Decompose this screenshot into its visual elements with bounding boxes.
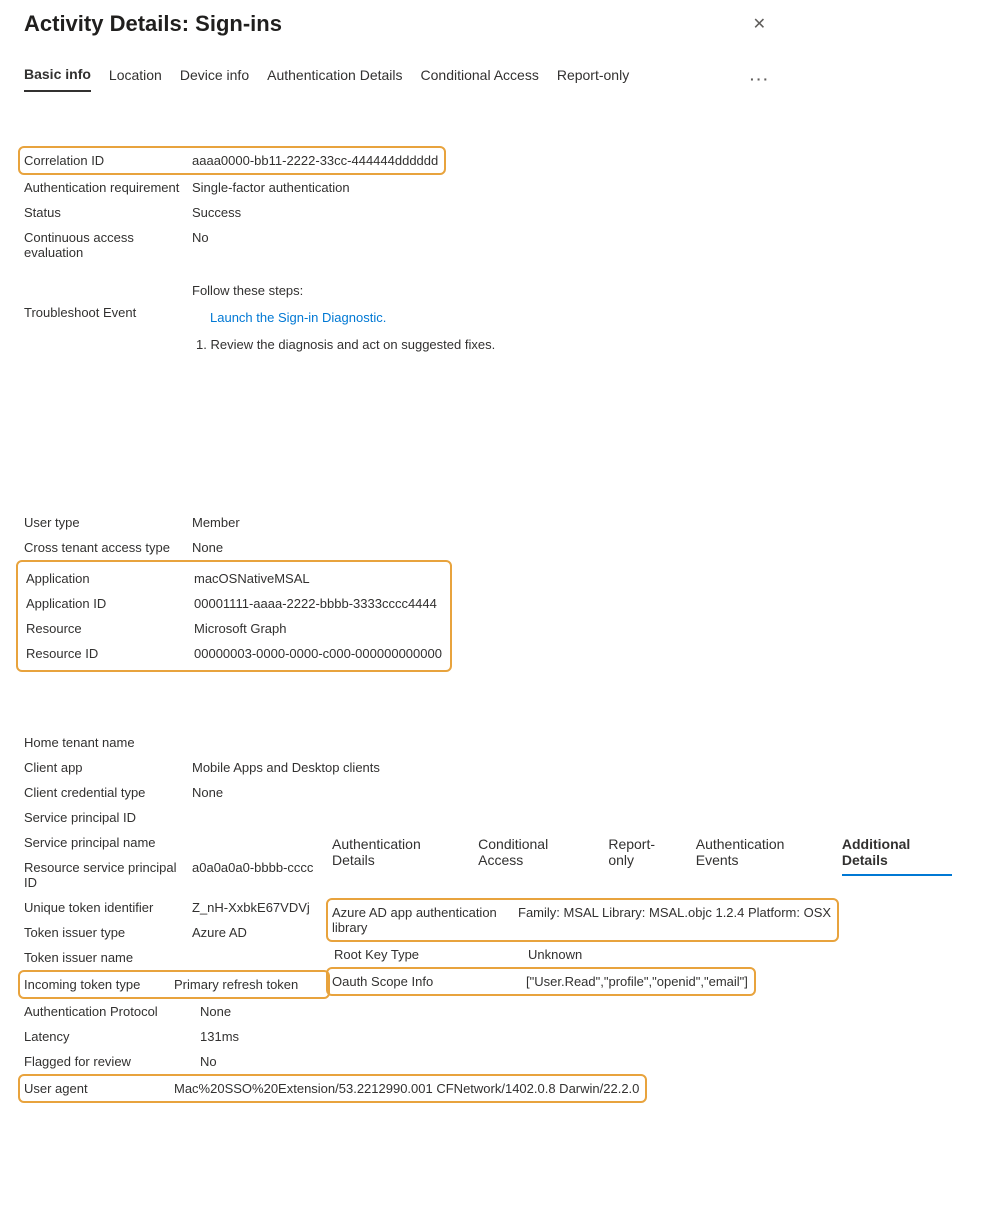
value-user-type: Member: [192, 515, 240, 530]
row-correlation-id: Correlation ID aaaa0000-bb11-2222-33cc-4…: [18, 146, 446, 175]
tab-report-only[interactable]: Report-only: [557, 67, 629, 91]
label-token-issuer-type: Token issuer type: [24, 925, 192, 940]
label-token-issuer-name: Token issuer name: [24, 950, 192, 965]
primary-tabs: Basic info Location Device info Authenti…: [0, 42, 994, 92]
value-cae: No: [192, 230, 209, 245]
value-auth-requirement: Single-factor authentication: [192, 180, 350, 195]
label-client-cred-type: Client credential type: [24, 785, 192, 800]
label-application-id: Application ID: [26, 596, 194, 611]
row-application: Application macOSNativeMSAL: [24, 566, 444, 591]
value-oauth-scope: ["User.Read","profile","openid","email"]: [526, 974, 748, 989]
close-icon[interactable]: ✕: [749, 10, 770, 38]
value-status: Success: [192, 205, 241, 220]
row-user-agent: User agent Mac%20SSO%20Extension/53.2212…: [18, 1074, 647, 1103]
label-home-tenant: Home tenant name: [24, 735, 192, 750]
row-status: Status Success: [24, 200, 970, 225]
row-oauth-scope: Oauth Scope Info ["User.Read","profile",…: [326, 967, 756, 996]
row-auth-library: Azure AD app authentication library Fami…: [326, 898, 839, 942]
value-cross-tenant: None: [192, 540, 223, 555]
additional-details-panel: Authentication Details Conditional Acces…: [332, 836, 952, 996]
sec-tab-conditional-access[interactable]: Conditional Access: [478, 836, 588, 876]
label-unique-token-id: Unique token identifier: [24, 900, 192, 915]
value-token-issuer-type: Azure AD: [192, 925, 247, 940]
tab-location[interactable]: Location: [109, 67, 162, 91]
row-client-app: Client app Mobile Apps and Desktop clien…: [24, 755, 970, 780]
label-resource: Resource: [26, 621, 194, 636]
value-user-agent: Mac%20SSO%20Extension/53.2212990.001 CFN…: [174, 1081, 639, 1096]
row-resource-id: Resource ID 00000003-0000-0000-c000-0000…: [24, 641, 444, 666]
value-client-app: Mobile Apps and Desktop clients: [192, 760, 380, 775]
value-resource: Microsoft Graph: [194, 621, 286, 636]
label-troubleshoot: Troubleshoot Event: [24, 283, 192, 352]
sec-tab-auth-events[interactable]: Authentication Events: [696, 836, 822, 876]
row-user-type: User type Member: [24, 510, 970, 535]
value-auth-protocol: None: [200, 1004, 231, 1019]
value-correlation-id: aaaa0000-bb11-2222-33cc-444444dddddd: [192, 153, 438, 168]
page-title: Activity Details: Sign-ins: [24, 11, 282, 37]
tab-auth-details[interactable]: Authentication Details: [267, 67, 402, 91]
value-resource-sp-id: a0a0a0a0-bbbb-cccc: [192, 860, 313, 875]
value-auth-library: Family: MSAL Library: MSAL.objc 1.2.4 Pl…: [518, 905, 831, 920]
value-client-cred-type: None: [192, 785, 223, 800]
row-root-key-type: Root Key Type Unknown: [332, 942, 952, 967]
label-oauth-scope: Oauth Scope Info: [332, 974, 526, 989]
sec-tab-report-only[interactable]: Report-only: [608, 836, 675, 876]
sec-tab-additional-details[interactable]: Additional Details: [842, 836, 952, 876]
label-user-type: User type: [24, 515, 192, 530]
label-auth-protocol: Authentication Protocol: [24, 1004, 200, 1019]
value-flagged-for-review: No: [200, 1054, 217, 1069]
value-latency: 131ms: [200, 1029, 239, 1044]
row-cross-tenant: Cross tenant access type None: [24, 535, 970, 560]
value-resource-id: 00000003-0000-0000-c000-000000000000: [194, 646, 442, 661]
value-incoming-token-type: Primary refresh token: [174, 977, 298, 992]
value-application-id: 00001111-aaaa-2222-bbbb-3333cccc4444: [194, 596, 437, 611]
label-correlation-id: Correlation ID: [24, 153, 192, 168]
label-flagged-for-review: Flagged for review: [24, 1054, 200, 1069]
value-unique-token-id: Z_nH-XxbkE67VDVj: [192, 900, 310, 915]
launch-signin-diagnostic-link[interactable]: Launch the Sign-in Diagnostic.: [210, 310, 495, 325]
row-client-cred-type: Client credential type None: [24, 780, 970, 805]
tab-basic-info[interactable]: Basic info: [24, 66, 91, 92]
row-resource: Resource Microsoft Graph: [24, 616, 444, 641]
more-icon[interactable]: ···: [750, 71, 770, 87]
troubleshoot-intro: Follow these steps:: [192, 283, 495, 298]
label-cae: Continuous access evaluation: [24, 230, 192, 260]
label-status: Status: [24, 205, 192, 220]
label-cross-tenant: Cross tenant access type: [24, 540, 192, 555]
row-auth-requirement: Authentication requirement Single-factor…: [24, 175, 970, 200]
sec-tab-auth-details[interactable]: Authentication Details: [332, 836, 458, 876]
row-latency: Latency 131ms: [24, 1024, 970, 1049]
label-application: Application: [26, 571, 194, 586]
label-resource-id: Resource ID: [26, 646, 194, 661]
row-home-tenant: Home tenant name: [24, 730, 970, 755]
label-client-app: Client app: [24, 760, 192, 775]
row-flagged-for-review: Flagged for review No: [24, 1049, 970, 1074]
label-auth-library: Azure AD app authentication library: [332, 905, 518, 935]
row-auth-protocol: Authentication Protocol None: [24, 999, 970, 1024]
label-resource-sp-id: Resource service principal ID: [24, 860, 192, 890]
row-application-id: Application ID 00001111-aaaa-2222-bbbb-3…: [24, 591, 444, 616]
value-root-key-type: Unknown: [528, 947, 582, 962]
label-root-key-type: Root Key Type: [334, 947, 528, 962]
troubleshoot-step-1: 1. Review the diagnosis and act on sugge…: [196, 337, 495, 352]
tab-conditional-access[interactable]: Conditional Access: [421, 67, 539, 91]
row-sp-id: Service principal ID: [24, 805, 970, 830]
label-sp-name: Service principal name: [24, 835, 192, 850]
row-cae: Continuous access evaluation No: [24, 225, 970, 265]
row-incoming-token-type: Incoming token type Primary refresh toke…: [18, 970, 330, 999]
secondary-tabs: Authentication Details Conditional Acces…: [332, 836, 952, 884]
label-latency: Latency: [24, 1029, 200, 1044]
troubleshoot-block: Troubleshoot Event Follow these steps: L…: [0, 265, 994, 352]
label-user-agent: User agent: [24, 1081, 174, 1096]
label-sp-id: Service principal ID: [24, 810, 192, 825]
label-incoming-token-type: Incoming token type: [24, 977, 174, 992]
label-auth-requirement: Authentication requirement: [24, 180, 192, 195]
tab-device-info[interactable]: Device info: [180, 67, 249, 91]
value-application: macOSNativeMSAL: [194, 571, 310, 586]
